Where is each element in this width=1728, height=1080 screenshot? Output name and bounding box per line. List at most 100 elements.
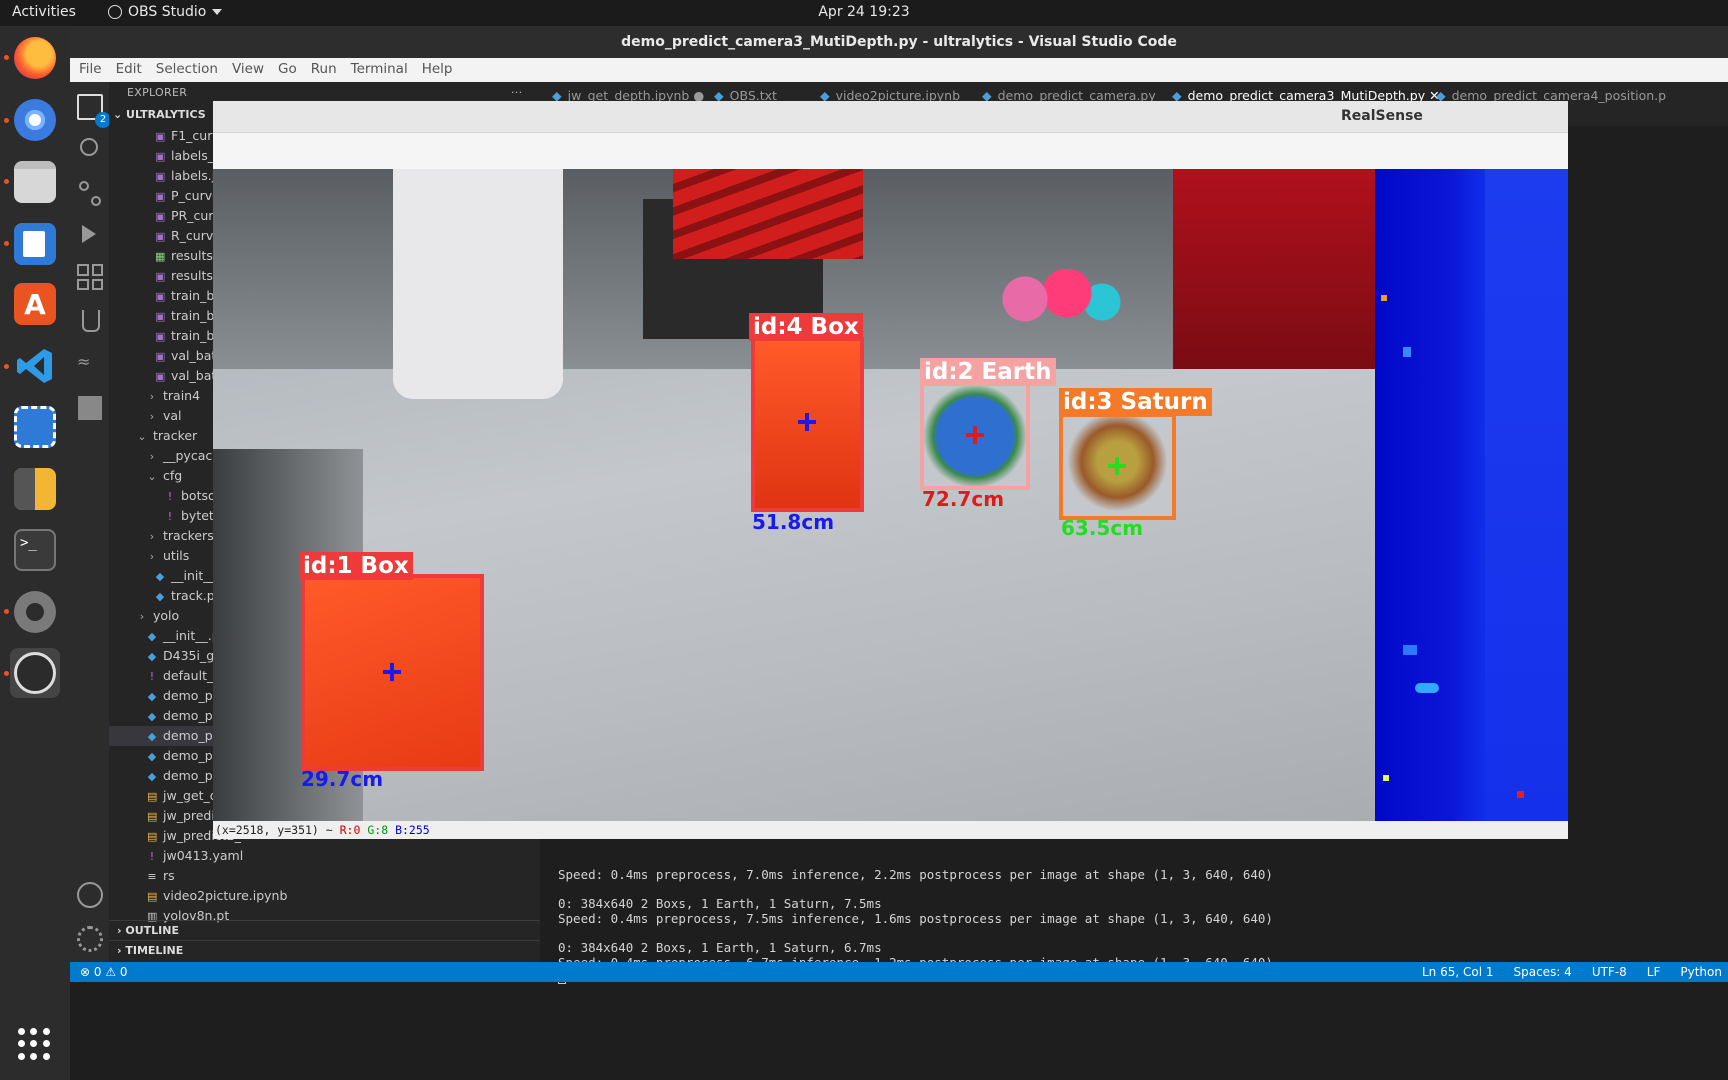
depth-region [1485,169,1568,821]
encoding[interactable]: UTF-8 [1592,962,1627,982]
menu-terminal[interactable]: Terminal [344,58,415,82]
chevron-icon: › [149,450,155,463]
dock-screenshot[interactable] [10,402,60,452]
clock[interactable]: Apr 24 19:23 [0,4,1728,20]
cursor-position[interactable]: Ln 65, Col 1 [1422,962,1494,982]
center-marker-2 [966,426,984,444]
terminal-line: Speed: 0.4ms preprocess, 7.0ms inference… [558,867,1273,882]
img-file-icon: ▣ [155,210,166,223]
chevron-icon: ⌄ [147,470,157,483]
realsense-window: RealSense id:1 Box 29.7cm id:4 Box 51.8c… [213,101,1568,839]
dock-software[interactable]: A [10,279,60,329]
detection-label-2: id:2 Earth [920,358,1056,386]
running-indicator [4,364,9,369]
tree-item[interactable]: ▤ video2picture.ipynb [109,886,540,906]
account-icon[interactable] [77,882,103,908]
chevron-down-icon [212,9,223,15]
menu-edit[interactable]: Edit [109,58,149,82]
py-file-icon: ◆ [147,730,157,743]
realsense-titlebar[interactable]: RealSense [213,101,1568,133]
firefox-icon [14,37,56,79]
pixel-coords: (x=2518, y=351) ~ [215,823,340,837]
menu-go[interactable]: Go [271,58,304,82]
source-control-icon[interactable] [77,180,103,206]
dock-chromium[interactable] [10,95,60,145]
app-menu[interactable]: OBS Studio [108,4,223,20]
run-debug-icon[interactable] [77,222,103,248]
vscode-icon [17,349,52,383]
gear-icon[interactable] [77,926,103,952]
camera-view[interactable]: id:1 Box 29.7cm id:4 Box 51.8cm id:2 Ear… [213,169,1375,821]
menu-view[interactable]: View [225,58,271,82]
py-file-icon: ◆ [147,690,157,703]
terminal-line: 0: 384x640 2 Boxs, 1 Earth, 1 Saturn, 7.… [558,896,882,912]
pixel-g: G:8 [367,823,389,837]
terminal-panel[interactable]: Speed: 0.4ms preprocess, 7.0ms inference… [540,866,1728,985]
pixel-readout: (x=2518, y=351) ~ R:0 G:8 B:255 [213,821,1568,839]
img-file-icon: ▣ [155,270,166,283]
language-mode[interactable]: Python [1680,962,1722,982]
menu-file[interactable]: File [72,58,109,82]
menu-selection[interactable]: Selection [149,58,225,82]
depth-speck [1517,791,1524,798]
realsense-toolbar [213,133,1568,169]
testing-icon[interactable] [77,308,103,334]
end-of-line[interactable]: LF [1647,962,1661,982]
img-file-icon: ▣ [155,130,166,143]
nb-file-icon: ▤ [147,890,158,903]
pixel-b: B:255 [395,823,430,837]
img-file-icon: ▣ [155,230,166,243]
obs-icon [14,652,56,694]
dock-obs[interactable] [10,648,60,698]
menu-help[interactable]: Help [415,58,460,82]
dock-terminal[interactable]: >_ [10,525,60,575]
depth-view[interactable] [1375,169,1568,821]
nb-file-icon: ▤ [147,790,158,803]
remote-icon[interactable]: ≈ [77,352,103,378]
tree-item[interactable]: ≡ rs [109,866,540,886]
dock-vscode[interactable] [10,341,60,391]
img-file-icon: ▣ [155,150,166,163]
dock-settings[interactable] [10,587,60,637]
running-indicator [4,241,9,246]
chevron-down-icon: ⌄ [113,108,127,121]
distance-label-4: 51.8cm [752,510,835,534]
center-marker-1 [383,663,401,681]
show-apps-icon[interactable] [18,1028,50,1060]
tree-item-label: trackers [163,528,214,543]
py-file-icon: ◆ [147,750,157,763]
problems-indicator[interactable]: ⊗ 0 ⚠ 0 [80,962,128,982]
timeline-section[interactable]: › TIMELINE [109,940,540,960]
explorer-icon[interactable]: 2 [77,94,111,128]
img-file-icon: ▣ [155,310,166,323]
extension-panel-icon[interactable] [78,396,102,420]
py-file-icon: ◆ [147,630,157,643]
indentation[interactable]: Spaces: 4 [1514,962,1572,982]
img-file-icon: ▣ [155,190,166,203]
search-icon[interactable] [80,138,98,156]
tree-item[interactable]: ! jw0413.yaml [109,846,540,866]
terminal-line: 0: 384x640 2 Boxs, 1 Earth, 1 Saturn, 6.… [558,939,882,955]
menu-run[interactable]: Run [304,58,344,82]
dock-firefox[interactable] [10,33,60,83]
extensions-icon[interactable] [77,264,103,290]
dock-calculator[interactable] [10,464,60,514]
dock-writer[interactable] [10,219,60,269]
screenshot-icon [14,406,56,448]
running-indicator [4,179,9,184]
activities-button[interactable]: Activities [12,4,76,20]
file-file-icon: ≡ [147,870,157,883]
dock-files[interactable] [10,157,60,207]
tree-item-label: yolo [153,608,180,623]
obs-icon [108,5,122,19]
running-indicator [4,609,9,614]
depth-speck [1415,683,1439,693]
chevron-icon: › [149,410,155,423]
scene-tbar-handles [673,169,863,259]
outline-section[interactable]: › OUTLINE [109,920,540,940]
window-title[interactable]: demo_predict_camera3_MutiDepth.py - ultr… [70,26,1728,58]
running-indicator [4,671,9,676]
software-icon: A [14,283,56,325]
menu-bar: File Edit Selection View Go Run Terminal… [70,58,1728,82]
yaml-file-icon: ! [149,670,155,683]
